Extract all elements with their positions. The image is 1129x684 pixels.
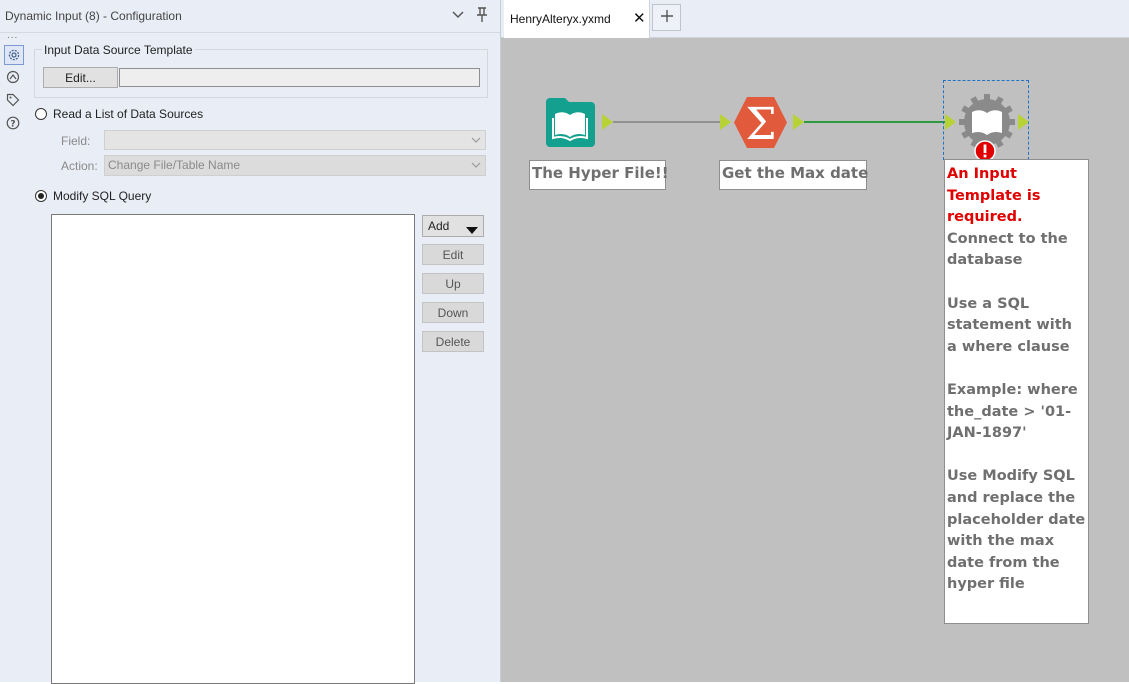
rail-more-dots[interactable]: ...	[7, 30, 18, 41]
chevron-down-icon	[471, 131, 481, 157]
layout-icon[interactable]	[4, 68, 22, 86]
add-dropdown-button[interactable]: Add	[422, 215, 484, 237]
read-list-radio[interactable]	[35, 108, 47, 120]
book-icon	[546, 98, 595, 147]
edit-button[interactable]: Edit	[422, 244, 484, 265]
template-group-label: Input Data Source Template	[42, 43, 195, 57]
output-anchor[interactable]	[602, 114, 613, 130]
workflow-canvas[interactable]: The Hyper File!! Σ Get the Max date An I…	[501, 38, 1129, 682]
new-tab-button[interactable]	[652, 4, 681, 31]
input-anchor[interactable]	[720, 114, 731, 130]
icon-rail: ... ?	[0, 30, 26, 682]
pin-icon[interactable]	[474, 6, 490, 24]
input-tool-label: The Hyper File!!	[529, 160, 669, 190]
action-label: Action:	[61, 159, 98, 173]
modify-sql-radio[interactable]	[35, 190, 47, 202]
read-list-label: Read a List of Data Sources	[53, 107, 204, 121]
input-data-tool[interactable]	[544, 96, 597, 149]
error-message: An Input Template is required.	[947, 166, 1041, 226]
chevron-down-icon[interactable]	[451, 6, 467, 24]
gear-icon[interactable]	[4, 45, 24, 65]
sql-changes-list[interactable]	[51, 214, 415, 684]
edit-template-button[interactable]: Edit...	[43, 67, 118, 88]
summarize-tool[interactable]: Σ	[734, 96, 787, 150]
svg-text:Σ: Σ	[745, 99, 776, 149]
modify-sql-label: Modify SQL Query	[53, 189, 152, 203]
output-anchor[interactable]	[1018, 114, 1029, 130]
field-label: Field:	[61, 134, 91, 148]
caret-down-icon	[466, 223, 478, 237]
output-anchor[interactable]	[793, 114, 804, 130]
action-select[interactable]: Change File/Table Name	[104, 155, 486, 176]
annotation-text: Connect to the database Use a SQL statem…	[947, 230, 1086, 593]
delete-button[interactable]: Delete	[422, 331, 484, 352]
summarize-tool-label: Get the Max date	[719, 160, 868, 190]
down-button[interactable]: Down	[422, 302, 484, 323]
configuration-panel: Dynamic Input (8) - Configuration ... ? …	[0, 0, 501, 684]
help-icon[interactable]: ?	[4, 114, 22, 132]
template-path-field[interactable]	[119, 68, 480, 87]
panel-header: Dynamic Input (8) - Configuration	[0, 0, 500, 33]
panel-title: Dynamic Input (8) - Configuration	[5, 9, 182, 23]
dynamic-input-annotation: An Input Template is required. Connect t…	[944, 159, 1089, 624]
tab-henryalteryx[interactable]: HenryAlteryx.yxmd ✕	[504, 0, 650, 38]
tab-label: HenryAlteryx.yxmd	[510, 12, 611, 26]
up-button[interactable]: Up	[422, 273, 484, 294]
field-select[interactable]	[104, 130, 486, 150]
plus-icon	[660, 9, 674, 26]
action-select-value: Change File/Table Name	[108, 158, 241, 172]
sigma-icon: Σ	[734, 97, 787, 150]
add-button-label: Add	[428, 219, 450, 233]
tag-icon[interactable]	[4, 91, 22, 109]
chevron-down-icon	[471, 156, 481, 182]
close-icon[interactable]: ✕	[633, 9, 646, 27]
svg-text:?: ?	[10, 119, 15, 129]
input-anchor[interactable]	[945, 114, 956, 130]
document-tab-bar: HenryAlteryx.yxmd ✕	[501, 0, 1129, 38]
